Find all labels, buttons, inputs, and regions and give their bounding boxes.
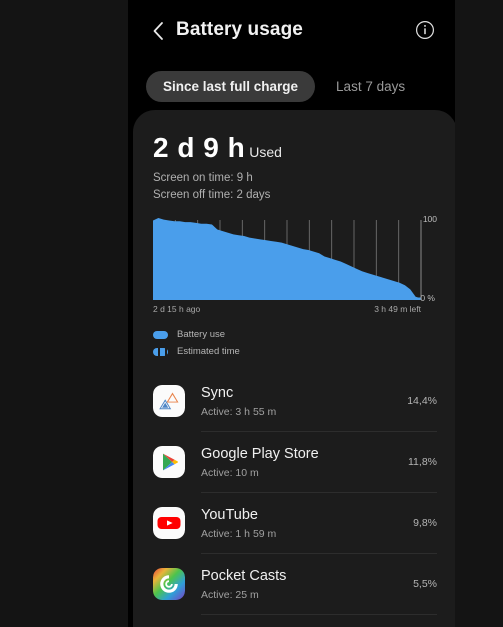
chevron-left-icon[interactable]	[148, 18, 170, 44]
list-item[interactable]: Sync Active: 3 h 55 m 14,4%	[133, 371, 455, 432]
battery-usage-card: 2 d 9 h Used Screen on time: 9 h Screen o…	[133, 110, 455, 627]
legend-swatch-solid-icon	[153, 330, 168, 339]
app-name: Sync	[201, 384, 234, 401]
phone-screen: Battery usage Since last full charge Las…	[128, 0, 455, 627]
app-name: Google Play Store	[201, 445, 319, 462]
legend-item-battery-use: Battery use	[153, 328, 437, 342]
app-battery-percent: 5,5%	[413, 578, 437, 591]
app-text-block: Pocket Casts Active: 25 m	[201, 568, 403, 601]
page-title: Battery usage	[176, 19, 303, 40]
chart-end-label: 3 h 49 m left	[374, 303, 421, 314]
chart-legend: Battery use Estimated time	[153, 328, 437, 359]
usage-suffix-label: Used	[249, 144, 282, 160]
tab-last-7-days[interactable]: Last 7 days	[319, 71, 422, 102]
battery-level-chart: 100 0 %	[153, 214, 437, 303]
app-text-block: YouTube Active: 1 h 59 m	[201, 507, 403, 540]
pocket-casts-icon	[153, 568, 185, 601]
sync-app-icon	[153, 385, 185, 418]
app-battery-percent: 11,8%	[408, 456, 437, 469]
list-item[interactable]: YouTube Active: 1 h 59 m 9,8%	[133, 493, 455, 554]
row-divider	[201, 613, 437, 615]
battery-chart-svg	[153, 217, 422, 300]
screen-off-time: Screen off time: 2 days	[153, 188, 271, 201]
list-item[interactable]: Pocket Casts Active: 25 m 5,5%	[133, 554, 455, 615]
y-axis-bottom-label: 0 %	[420, 292, 435, 303]
chart-axis-labels: 2 d 15 h ago 3 h 49 m left	[153, 304, 437, 318]
youtube-icon	[153, 507, 185, 540]
tab-bar: Since last full charge Last 7 days	[128, 62, 455, 110]
legend-swatch-dashed-icon	[153, 347, 168, 356]
usage-duration: 2 d 9 h	[153, 132, 246, 163]
app-active-time: Active: 25 m	[201, 588, 259, 601]
app-active-time: Active: 3 h 55 m	[201, 405, 277, 418]
legend-label-battery-use: Battery use	[177, 329, 226, 341]
y-axis-top-label: 100	[422, 213, 437, 224]
app-battery-percent: 9,8%	[413, 517, 437, 530]
app-battery-percent: 14,4%	[407, 395, 437, 408]
list-item[interactable]: Google Play Store Active: 10 m 11,8%	[133, 432, 455, 493]
app-bar: Battery usage	[128, 0, 455, 62]
chart-start-label: 2 d 15 h ago	[153, 303, 201, 314]
app-active-time: Active: 10 m	[201, 466, 259, 479]
tab-since-last-full-charge[interactable]: Since last full charge	[146, 70, 316, 102]
app-active-time: Active: 1 h 59 m	[201, 527, 277, 540]
legend-label-estimated-time: Estimated time	[177, 346, 240, 358]
app-text-block: Sync Active: 3 h 55 m	[201, 385, 397, 418]
info-circle-icon[interactable]	[415, 20, 435, 40]
legend-item-estimated-time: Estimated time	[153, 345, 437, 359]
app-name: Pocket Casts	[201, 567, 287, 584]
app-text-block: Google Play Store Active: 10 m	[201, 446, 398, 479]
app-usage-list: Sync Active: 3 h 55 m 14,4% Google Play …	[133, 371, 455, 615]
screenshot-root: Battery usage Since last full charge Las…	[0, 0, 503, 627]
usage-summary: 2 d 9 h Used Screen on time: 9 h Screen o…	[133, 110, 455, 204]
google-play-store-icon	[153, 446, 185, 479]
screen-on-time: Screen on time: 9 h	[153, 172, 253, 184]
app-name: YouTube	[201, 506, 258, 523]
